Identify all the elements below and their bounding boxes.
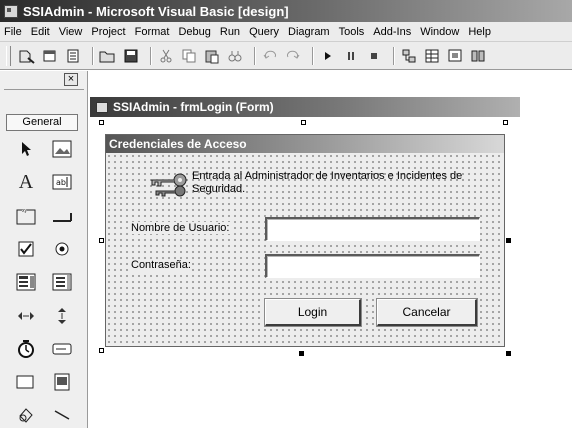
open-project-icon[interactable] <box>99 47 117 65</box>
menu-bar: File Edit View Project Format Debug Run … <box>0 22 572 42</box>
resize-handle-bottom-right[interactable] <box>506 351 511 356</box>
login-button[interactable]: Login <box>264 298 362 327</box>
svg-text:xy: xy <box>22 208 28 214</box>
form-layout-icon[interactable] <box>446 47 464 65</box>
menu-debug[interactable]: Debug <box>178 26 210 38</box>
svg-text:ab: ab <box>56 178 66 187</box>
menu-project[interactable]: Project <box>91 26 125 38</box>
vscrollbar-tool-icon[interactable] <box>50 304 74 328</box>
paste-icon[interactable] <box>203 47 221 65</box>
properties-window-icon[interactable] <box>423 47 441 65</box>
find-icon[interactable] <box>226 47 244 65</box>
form-designer-window: SSIAdmin - frmLogin (Form) Credenciales … <box>90 97 572 428</box>
form-designer-title: SSIAdmin - frmLogin (Form) <box>113 100 274 114</box>
pointer-tool-icon[interactable] <box>14 137 38 161</box>
listbox-tool-icon[interactable] <box>50 270 74 294</box>
password-input[interactable] <box>265 254 480 278</box>
resize-handle-right[interactable] <box>506 238 511 243</box>
resize-handle-left[interactable] <box>99 238 104 243</box>
add-form-icon[interactable] <box>41 47 59 65</box>
menu-format[interactable]: Format <box>135 26 170 38</box>
toolbox-tab-general[interactable]: General <box>6 114 78 131</box>
menu-query[interactable]: Query <box>249 26 279 38</box>
shape-tool-icon[interactable] <box>14 370 38 394</box>
ole-tool-icon[interactable] <box>14 403 38 427</box>
menu-file[interactable]: File <box>4 26 22 38</box>
menu-diagram[interactable]: Diagram <box>288 26 330 38</box>
undo-icon[interactable] <box>261 47 279 65</box>
commandbutton-tool-icon[interactable] <box>50 204 74 228</box>
textbox-tool-icon[interactable]: ab <box>50 170 74 194</box>
project-explorer-icon[interactable] <box>400 47 418 65</box>
window-title: SSIAdmin - Microsoft Visual Basic [desig… <box>23 3 289 19</box>
form-window-icon <box>96 101 108 113</box>
cancel-button[interactable]: Cancelar <box>376 298 478 327</box>
title-bar: SSIAdmin - Microsoft Visual Basic [desig… <box>0 0 572 22</box>
toolbar-separator <box>312 46 314 65</box>
toolbox-close-button[interactable]: × <box>64 73 78 86</box>
combobox-tool-icon[interactable] <box>14 270 38 294</box>
vb-ide-window: SSIAdmin - Microsoft Visual Basic [desig… <box>0 0 572 428</box>
menu-help[interactable]: Help <box>468 26 491 38</box>
checkbox-tool-icon[interactable] <box>14 237 38 261</box>
welcome-message: Entrada al Administrador de Inventarios … <box>192 170 463 195</box>
end-icon[interactable] <box>365 47 383 65</box>
label-tool-icon[interactable]: A <box>14 170 38 194</box>
resize-handle-top[interactable] <box>301 120 306 125</box>
login-form-caption: Credenciales de Acceso <box>106 135 504 153</box>
toolbar-separator <box>393 46 395 65</box>
menu-run[interactable]: Run <box>220 26 240 38</box>
menu-editor-icon[interactable] <box>64 47 82 65</box>
cut-icon[interactable] <box>157 47 175 65</box>
username-input[interactable] <box>265 217 480 241</box>
resize-handle-top-left[interactable] <box>99 120 104 125</box>
keys-icon <box>146 170 196 200</box>
add-project-icon[interactable] <box>18 47 36 65</box>
optionbutton-tool-icon[interactable] <box>50 237 74 261</box>
start-icon[interactable] <box>319 47 337 65</box>
save-project-icon[interactable] <box>122 47 140 65</box>
standard-toolbar <box>0 42 572 70</box>
resize-handle-bottom-left[interactable] <box>99 348 104 353</box>
toolbar-separator <box>254 46 256 65</box>
picturebox-tool-icon[interactable] <box>50 137 74 161</box>
menu-add-ins[interactable]: Add-Ins <box>373 26 411 38</box>
vb-app-icon <box>4 4 18 18</box>
menu-edit[interactable]: Edit <box>31 26 50 38</box>
toolbar-separator <box>150 46 152 65</box>
copy-icon[interactable] <box>180 47 198 65</box>
frame-tool-icon[interactable]: xy <box>14 204 38 228</box>
toolbox-panel: × General A ab xy <box>0 71 88 428</box>
login-form[interactable]: Credenciales de Acceso Entrada al Admini… <box>105 134 505 347</box>
image-tool-icon[interactable] <box>50 370 74 394</box>
hscrollbar-tool-icon[interactable] <box>14 304 38 328</box>
toolbar-grip[interactable] <box>6 46 11 66</box>
menu-tools[interactable]: Tools <box>339 26 365 38</box>
resize-handle-top-right[interactable] <box>503 120 508 125</box>
menu-view[interactable]: View <box>59 26 83 38</box>
form-designer-titlebar: SSIAdmin - frmLogin (Form) <box>90 97 520 117</box>
line-tool-icon[interactable] <box>50 403 74 427</box>
redo-icon[interactable] <box>284 47 302 65</box>
menu-window[interactable]: Window <box>420 26 459 38</box>
timer-tool-icon[interactable] <box>14 337 38 361</box>
break-icon[interactable] <box>342 47 360 65</box>
toolbox-titlebar <box>4 89 84 112</box>
password-label: Contraseña: <box>130 259 192 271</box>
drivelistbox-tool-icon[interactable] <box>50 337 74 361</box>
resize-handle-bottom[interactable] <box>299 351 304 356</box>
object-browser-icon[interactable] <box>469 47 487 65</box>
username-label: Nombre de Usuario: <box>130 222 231 234</box>
toolbar-separator <box>92 46 94 65</box>
